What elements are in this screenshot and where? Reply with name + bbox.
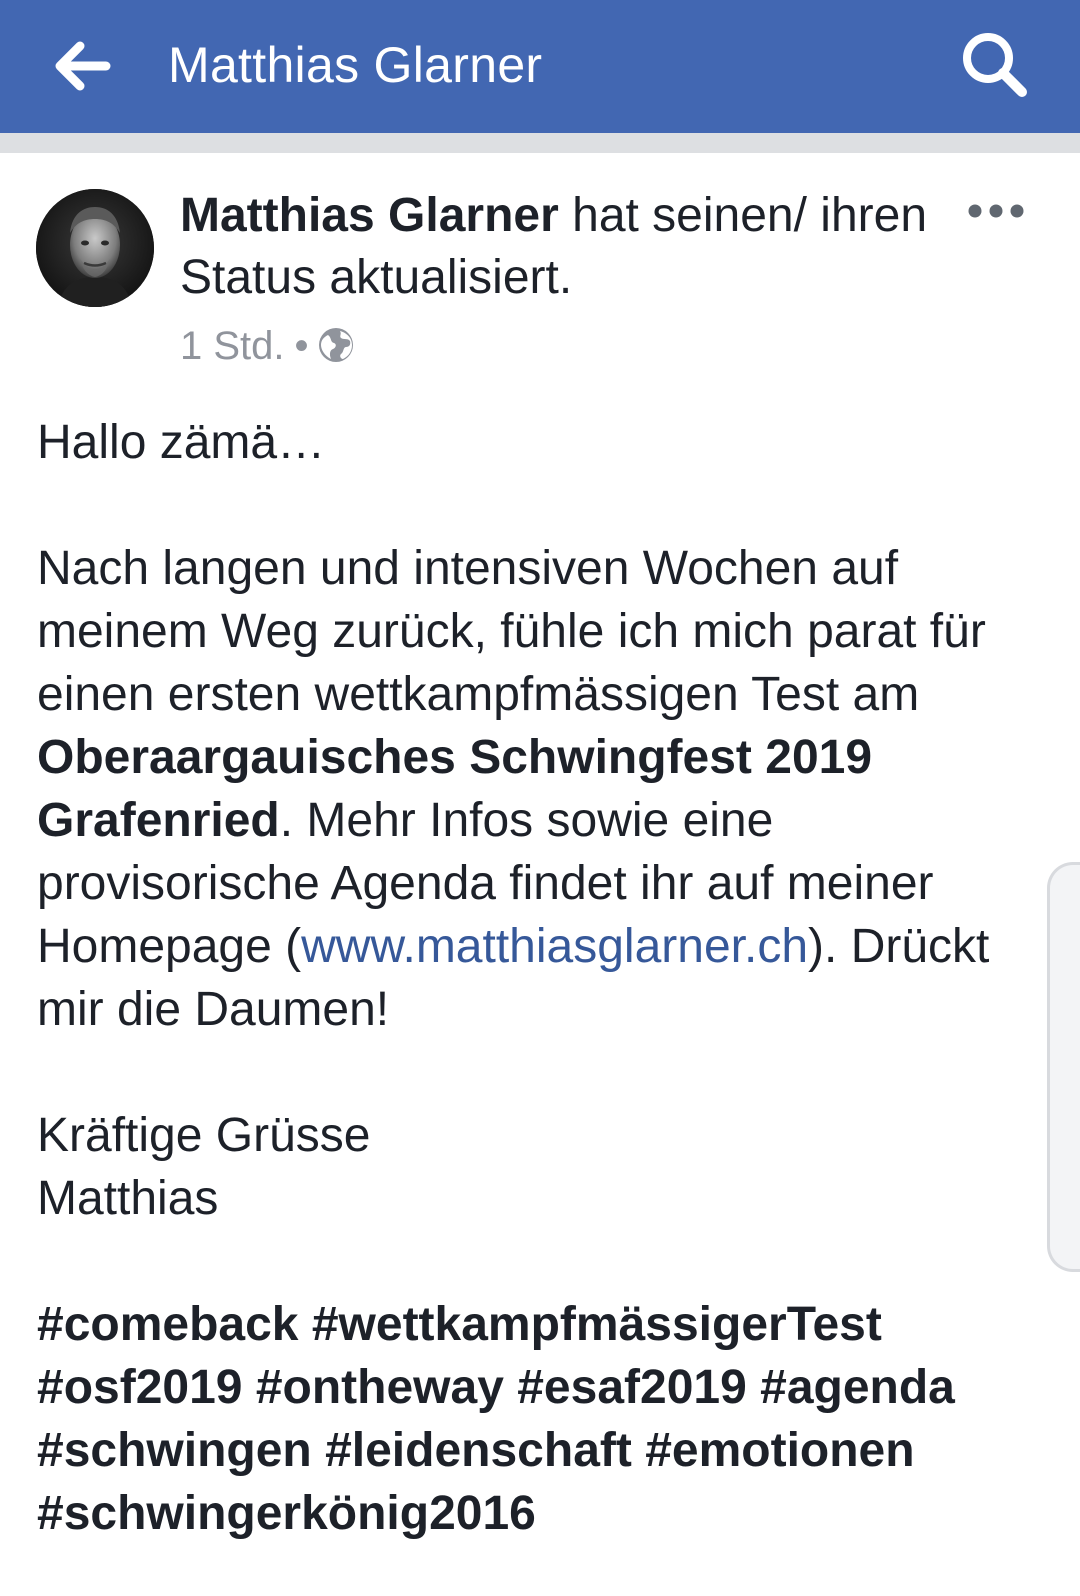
hashtag-link[interactable]: #schwingen xyxy=(37,1424,312,1477)
post-greeting: Hallo zämä… xyxy=(37,416,326,469)
profile-photo xyxy=(36,189,154,307)
hashtag-link[interactable]: #ontheway xyxy=(256,1361,504,1414)
hashtag-link[interactable]: #schwingerkönig2016 xyxy=(37,1487,536,1540)
hashtag-link[interactable]: #osf2019 xyxy=(37,1361,242,1414)
post-closing: Kräftige Grüsse xyxy=(37,1109,371,1162)
arrow-left-icon xyxy=(55,41,111,91)
feed-divider xyxy=(0,133,1080,153)
paragraph-text-1: Nach langen und intensiven Wochen auf me… xyxy=(37,542,986,721)
page-title: Matthias Glarner xyxy=(168,37,543,93)
post-signature: Matthias xyxy=(37,1172,219,1225)
hashtag-link[interactable]: #wettkampfmässigerTest xyxy=(312,1298,882,1351)
top-app-bar: Matthias Glarner xyxy=(0,0,1080,133)
hashtag-link[interactable]: #leidenschaft xyxy=(325,1424,632,1477)
post-meta: 1 Std. • xyxy=(180,321,355,371)
avatar[interactable] xyxy=(36,189,154,307)
search-button[interactable] xyxy=(958,28,1030,100)
more-options-button[interactable] xyxy=(966,197,1026,225)
homepage-link[interactable]: www.matthiasglarner.ch xyxy=(301,920,808,973)
post-body: Hallo zämä… Nach langen und intensiven W… xyxy=(37,411,1037,1545)
hashtag-link[interactable]: #esaf2019 xyxy=(517,1361,747,1414)
meta-separator: • xyxy=(294,324,309,368)
scrollbar-thumb[interactable] xyxy=(1047,862,1080,1272)
more-dots-icon xyxy=(968,204,1024,218)
globe-icon xyxy=(317,326,355,364)
author-name[interactable]: Matthias Glarner xyxy=(180,189,559,242)
search-icon xyxy=(963,33,1027,97)
back-button[interactable] xyxy=(50,36,114,96)
status-post: Matthias Glarner hat seinen/ ihren Statu… xyxy=(0,153,1080,1596)
hashtag-link[interactable]: #emotionen xyxy=(645,1424,914,1477)
post-timestamp[interactable]: 1 Std. xyxy=(180,324,285,368)
hashtag-link[interactable]: #agenda xyxy=(760,1361,955,1414)
hashtag-link[interactable]: #comeback xyxy=(37,1298,299,1351)
hashtag-list: #comeback #wettkampfmässigerTest #osf201… xyxy=(37,1293,1037,1545)
post-paragraph: Nach langen und intensiven Wochen auf me… xyxy=(37,537,1037,1041)
post-header: Matthias Glarner hat seinen/ ihren Statu… xyxy=(180,185,940,309)
